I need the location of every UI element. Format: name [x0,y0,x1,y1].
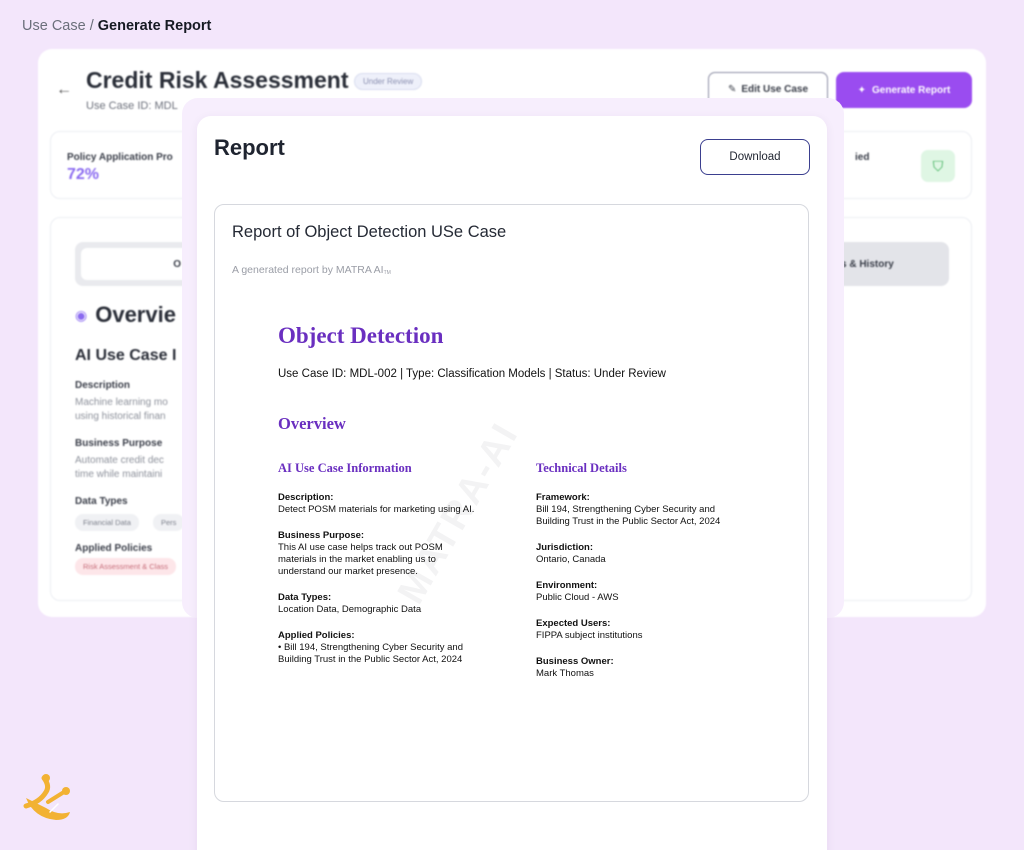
field-value: Ontario, Canada [536,554,606,565]
pencil-icon: ✎ [727,83,737,95]
status-badge: Under Review [354,73,423,90]
field-value: This AI use case helps track out POSM ma… [278,542,443,577]
field-data-types: Data Types: Location Data, Demographic D… [278,592,498,616]
tab-overview[interactable]: O [75,242,195,286]
overview-heading-text: Overvie [95,302,176,327]
back-arrow-icon[interactable]: ← [56,81,72,99]
field-label: Jurisdiction: [536,542,594,553]
generate-report-button[interactable]: ✦ Generate Report [836,72,972,108]
field-value: • Bill 194, Strengthening Cyber Security… [278,642,463,665]
field-label: Business Purpose: [278,530,365,541]
report-preview-title: Report of Object Detection USe Case [232,223,507,241]
field-label: Framework: [536,492,590,503]
eye-icon: ◉ [75,306,88,323]
field-value: Mark Thomas [536,668,594,679]
stat-label-right: ied [855,152,870,163]
ai-use-case-info-heading: AI Use Case Information [278,461,412,475]
field-label: Environment: [536,580,598,591]
field-jurisdiction: Jurisdiction: Ontario, Canada [536,542,776,566]
field-environment: Environment: Public Cloud - AWS [536,580,776,604]
field-label: Data Types: [278,592,332,603]
field-label: Expected Users: [536,618,611,629]
field-business-purpose: Business Purpose: This AI use case helps… [278,530,498,578]
tab-history[interactable]: s & History [833,242,949,286]
field-framework: Framework: Bill 194, Strengthening Cyber… [536,492,776,528]
breadcrumb-parent[interactable]: Use Case [22,18,86,34]
business-purpose-text: Automate credit dec time while maintaini [75,455,164,480]
ai-use-case-heading: AI Use Case I [75,347,177,364]
field-value: FIPPA subject institutions [536,630,643,641]
report-preview[interactable]: Report of Object Detection USe Case A ge… [214,204,809,802]
report-modal: Report Download Report of Object Detecti… [197,116,827,850]
shield-icon: ⛉ [921,150,955,182]
field-applied-policies: Applied Policies: • Bill 194, Strengthen… [278,630,498,666]
page-title: Credit Risk Assessment [86,67,349,93]
description-text: Machine learning mo using historical fin… [75,397,168,422]
matra-logo-icon [23,774,70,820]
edit-use-case-label: Edit Use Case [741,83,809,95]
field-value: Location Data, Demographic Data [278,604,422,615]
business-purpose-label: Business Purpose [75,438,163,449]
ai-use-case-info-column: AI Use Case Information Description: Det… [278,461,498,680]
field-value: Public Cloud - AWS [536,592,619,603]
generate-report-label: Generate Report [872,84,951,96]
tab-overview-label: O [81,248,189,280]
field-value: Detect POSM materials for marketing usin… [278,504,475,515]
overview-heading: ◉ Overvie [75,302,176,328]
download-button[interactable]: Download [700,139,810,175]
field-label: Business Owner: [536,656,614,667]
breadcrumb: Use Case / Generate Report [22,18,211,34]
policy-chip: Risk Assessment & Class [75,558,177,575]
field-business-owner: Business Owner: Mark Thomas [536,656,776,680]
modal-title: Report [214,135,285,160]
trademark-mark: TM [383,270,391,276]
field-description: Description: Detect POSM materials for m… [278,492,498,516]
description-label: Description [75,380,131,391]
breadcrumb-current: Generate Report [97,18,212,34]
document-meta: Use Case ID: MDL-002 | Type: Classificat… [278,368,666,380]
data-types-label: Data Types [75,496,128,507]
data-type-chip: Financial Data [75,514,139,531]
technical-details-heading: Technical Details [536,461,627,475]
document-title: Object Detection [278,323,444,348]
document-overview-heading: Overview [278,414,346,433]
applied-policies-label: Applied Policies [75,543,153,554]
field-expected-users: Expected Users: FIPPA subject institutio… [536,618,776,642]
field-label: Applied Policies: [278,630,355,641]
field-label: Description: [278,492,334,503]
subtitle-text: A generated report by MATRA AI [232,264,384,276]
use-case-id: Use Case ID: MDL [86,100,178,112]
breadcrumb-separator: / [85,18,98,34]
stat-value: 72% [67,166,100,183]
stat-label: Policy Application Pro [67,152,173,163]
report-preview-subtitle: A generated report by MATRA AITM [232,264,391,276]
field-value: Bill 194, Strengthening Cyber Security a… [536,504,721,527]
technical-details-column: Technical Details Framework: Bill 194, S… [536,461,776,694]
sparkle-icon: ✦ [857,84,867,96]
data-type-chip: Pers [153,514,185,531]
